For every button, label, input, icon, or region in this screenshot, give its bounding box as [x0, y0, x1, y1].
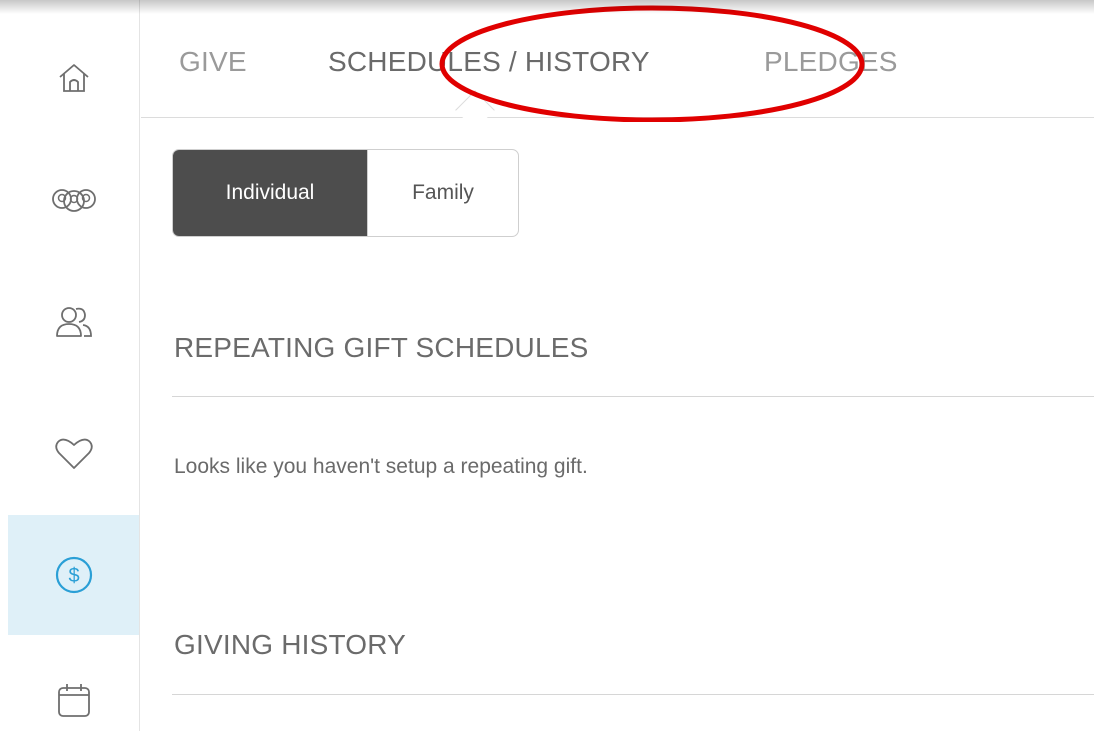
sidebar-item-people[interactable] — [8, 262, 139, 382]
tab-schedules-history[interactable]: SCHEDULES / HISTORY — [328, 46, 650, 78]
repeating-schedules-heading: REPEATING GIFT SCHEDULES — [174, 332, 589, 363]
svg-text:$: $ — [68, 565, 79, 587]
sidebar-item-groups[interactable] — [8, 140, 139, 260]
giving-history-heading: GIVING HISTORY — [174, 629, 407, 660]
sidebar-item-calendar[interactable] — [8, 640, 139, 731]
individual-button[interactable]: Individual — [173, 150, 367, 236]
tab-bar: GIVE SCHEDULES / HISTORY PLEDGES — [141, 0, 1094, 118]
tab-pledges[interactable]: PLEDGES — [764, 46, 898, 78]
heart-icon — [54, 437, 94, 471]
section-divider — [172, 396, 1094, 397]
family-button[interactable]: Family — [367, 150, 518, 236]
sidebar-item-heart[interactable] — [8, 394, 139, 514]
people-icon — [54, 304, 94, 340]
repeating-empty-message: Looks like you haven't setup a repeating… — [174, 455, 588, 478]
sidebar-item-home[interactable] — [8, 18, 139, 138]
app-window: $ GIVE SCHEDULES / HISTORY PLEDGES Indiv… — [0, 0, 1094, 731]
home-icon — [57, 62, 91, 94]
calendar-icon — [56, 681, 92, 719]
groups-icon — [50, 185, 98, 215]
sidebar: $ — [0, 0, 140, 731]
main-content: GIVE SCHEDULES / HISTORY PLEDGES Individ… — [141, 0, 1094, 731]
tab-give[interactable]: GIVE — [179, 46, 247, 78]
dollar-icon: $ — [54, 555, 94, 595]
sidebar-item-giving[interactable]: $ — [8, 515, 139, 635]
section-divider — [172, 694, 1094, 695]
individual-family-toggle: Individual Family — [172, 149, 519, 237]
